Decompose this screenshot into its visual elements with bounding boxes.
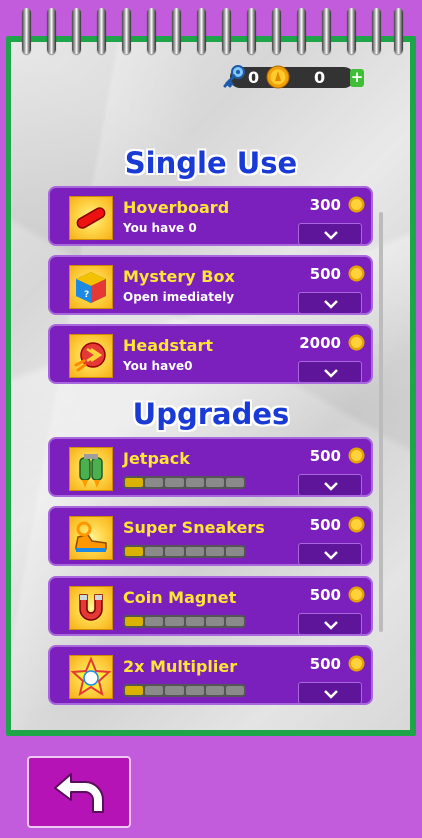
coin-icon bbox=[348, 655, 365, 672]
coin-icon bbox=[266, 65, 290, 89]
single-use-title: Single Use bbox=[124, 146, 298, 180]
key-count: 0 bbox=[248, 68, 260, 87]
add-coins-button[interactable]: + bbox=[350, 69, 364, 87]
multiplier-star-icon bbox=[69, 655, 113, 699]
shop-item-jetpack: Jetpack 500 bbox=[48, 437, 373, 497]
upgrade-button[interactable] bbox=[298, 474, 362, 496]
mystery-box-icon: ? bbox=[69, 265, 113, 309]
upgrade-level-bar bbox=[123, 684, 246, 697]
upgrades-title: Upgrades bbox=[132, 397, 290, 431]
scrollbar[interactable] bbox=[379, 212, 383, 632]
item-name: Hoverboard bbox=[123, 198, 230, 217]
coin-icon bbox=[348, 196, 365, 213]
magnet-icon bbox=[69, 586, 113, 630]
jetpack-icon bbox=[69, 447, 113, 491]
item-price: 500 bbox=[309, 265, 341, 283]
shop-item-coin-magnet: Coin Magnet 500 bbox=[48, 576, 373, 636]
upgrade-level-bar bbox=[123, 476, 246, 489]
item-price: 300 bbox=[309, 196, 341, 214]
upgrade-button[interactable] bbox=[298, 543, 362, 565]
item-price: 500 bbox=[309, 655, 341, 673]
shop-item-super-sneakers: Super Sneakers 500 bbox=[48, 506, 373, 566]
chevron-down-icon bbox=[324, 690, 338, 699]
coin-icon bbox=[348, 586, 365, 603]
back-button[interactable] bbox=[27, 756, 131, 828]
chevron-down-icon bbox=[324, 551, 338, 560]
svg-text:?: ? bbox=[84, 290, 89, 300]
coin-icon bbox=[348, 334, 365, 351]
upgrade-level-bar bbox=[123, 615, 246, 628]
upgrade-level-bar bbox=[123, 545, 246, 558]
chevron-down-icon bbox=[324, 621, 338, 630]
item-name: Jetpack bbox=[123, 449, 190, 468]
item-price: 2000 bbox=[299, 334, 341, 352]
coin-icon bbox=[348, 516, 365, 533]
coin-icon bbox=[348, 265, 365, 282]
item-name: Super Sneakers bbox=[123, 518, 265, 537]
item-price: 500 bbox=[309, 516, 341, 534]
upgrade-button[interactable] bbox=[298, 613, 362, 635]
shop-item-hoverboard: Hoverboard You have 0 300 bbox=[48, 186, 373, 246]
chevron-down-icon bbox=[324, 300, 338, 309]
item-owned: You have 0 bbox=[123, 221, 197, 235]
currency-bar: 0 0 + bbox=[222, 64, 364, 90]
buy-button[interactable] bbox=[298, 361, 362, 383]
item-description: Open imediately bbox=[123, 290, 235, 304]
key-icon bbox=[223, 65, 245, 88]
spiral-binding bbox=[22, 8, 403, 56]
shop-item-headstart: Headstart You have0 2000 bbox=[48, 324, 373, 384]
item-name: Coin Magnet bbox=[123, 588, 237, 607]
shop-item-2x-multiplier: 2x Multiplier 500 bbox=[48, 645, 373, 705]
buy-button[interactable] bbox=[298, 223, 362, 245]
hoverboard-icon bbox=[69, 196, 113, 240]
item-price: 500 bbox=[309, 447, 341, 465]
chevron-down-icon bbox=[324, 482, 338, 491]
item-name: 2x Multiplier bbox=[123, 657, 238, 676]
coin-count: 0 bbox=[314, 68, 326, 87]
shop-item-mystery-box: ? Mystery Box Open imediately 500 bbox=[48, 255, 373, 315]
coin-icon bbox=[348, 447, 365, 464]
chevron-down-icon bbox=[324, 231, 338, 240]
item-name: Headstart bbox=[123, 336, 213, 355]
item-name: Mystery Box bbox=[123, 267, 235, 286]
sneakers-icon bbox=[69, 516, 113, 560]
item-price: 500 bbox=[309, 586, 341, 604]
upgrade-button[interactable] bbox=[298, 682, 362, 704]
headstart-rocket-icon bbox=[69, 334, 113, 378]
item-owned: You have0 bbox=[123, 359, 193, 373]
back-arrow-icon bbox=[54, 773, 104, 813]
chevron-down-icon bbox=[324, 369, 338, 378]
buy-button[interactable] bbox=[298, 292, 362, 314]
